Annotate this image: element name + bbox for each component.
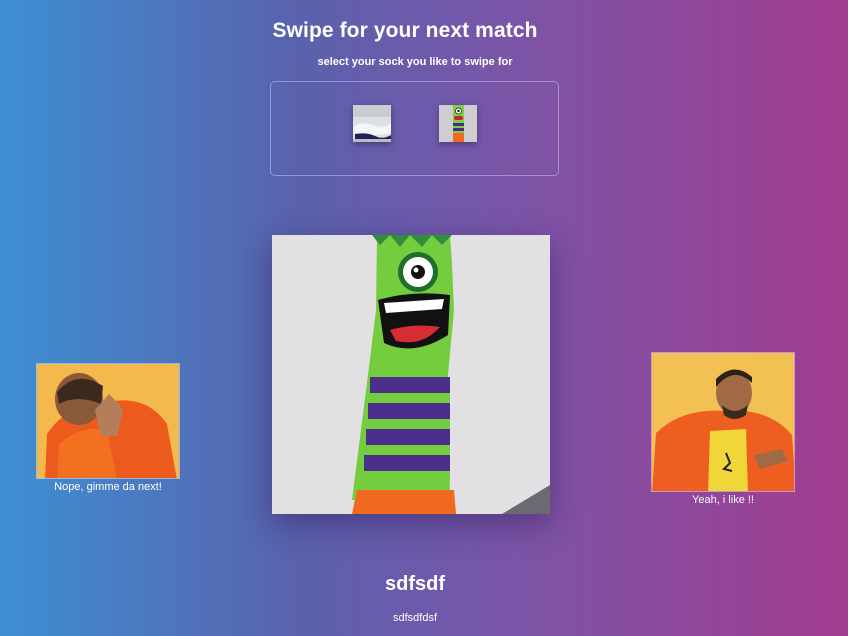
green-monster-sock-thumbnail-icon	[439, 105, 477, 142]
candidate-name: sdfsdf	[385, 573, 445, 595]
accept-option[interactable]: Yeah, i like !!	[651, 352, 795, 506]
reject-option[interactable]: Nope, gimme da next!	[36, 363, 180, 493]
accept-label: Yeah, i like !!	[692, 494, 754, 506]
white-sock-thumbnail-icon	[353, 105, 391, 142]
candidate-description: sdfsdfdsf	[392, 612, 438, 624]
drake-yes-icon	[652, 353, 794, 491]
sock-thumbnail-white[interactable]	[353, 105, 391, 142]
page-subtitle: select your sock you like to swipe for	[317, 56, 513, 68]
reject-label: Nope, gimme da next!	[54, 481, 162, 493]
accept-meme-image	[651, 352, 795, 492]
sock-picker	[270, 81, 559, 176]
page-title: Swipe for your next match	[272, 19, 538, 42]
candidate-sock-card[interactable]	[272, 235, 550, 514]
green-monster-sock-photo-icon	[272, 235, 550, 514]
reject-meme-image	[36, 363, 180, 479]
drake-nope-icon	[37, 364, 179, 478]
sock-thumbnail-green-monster[interactable]	[439, 105, 477, 142]
